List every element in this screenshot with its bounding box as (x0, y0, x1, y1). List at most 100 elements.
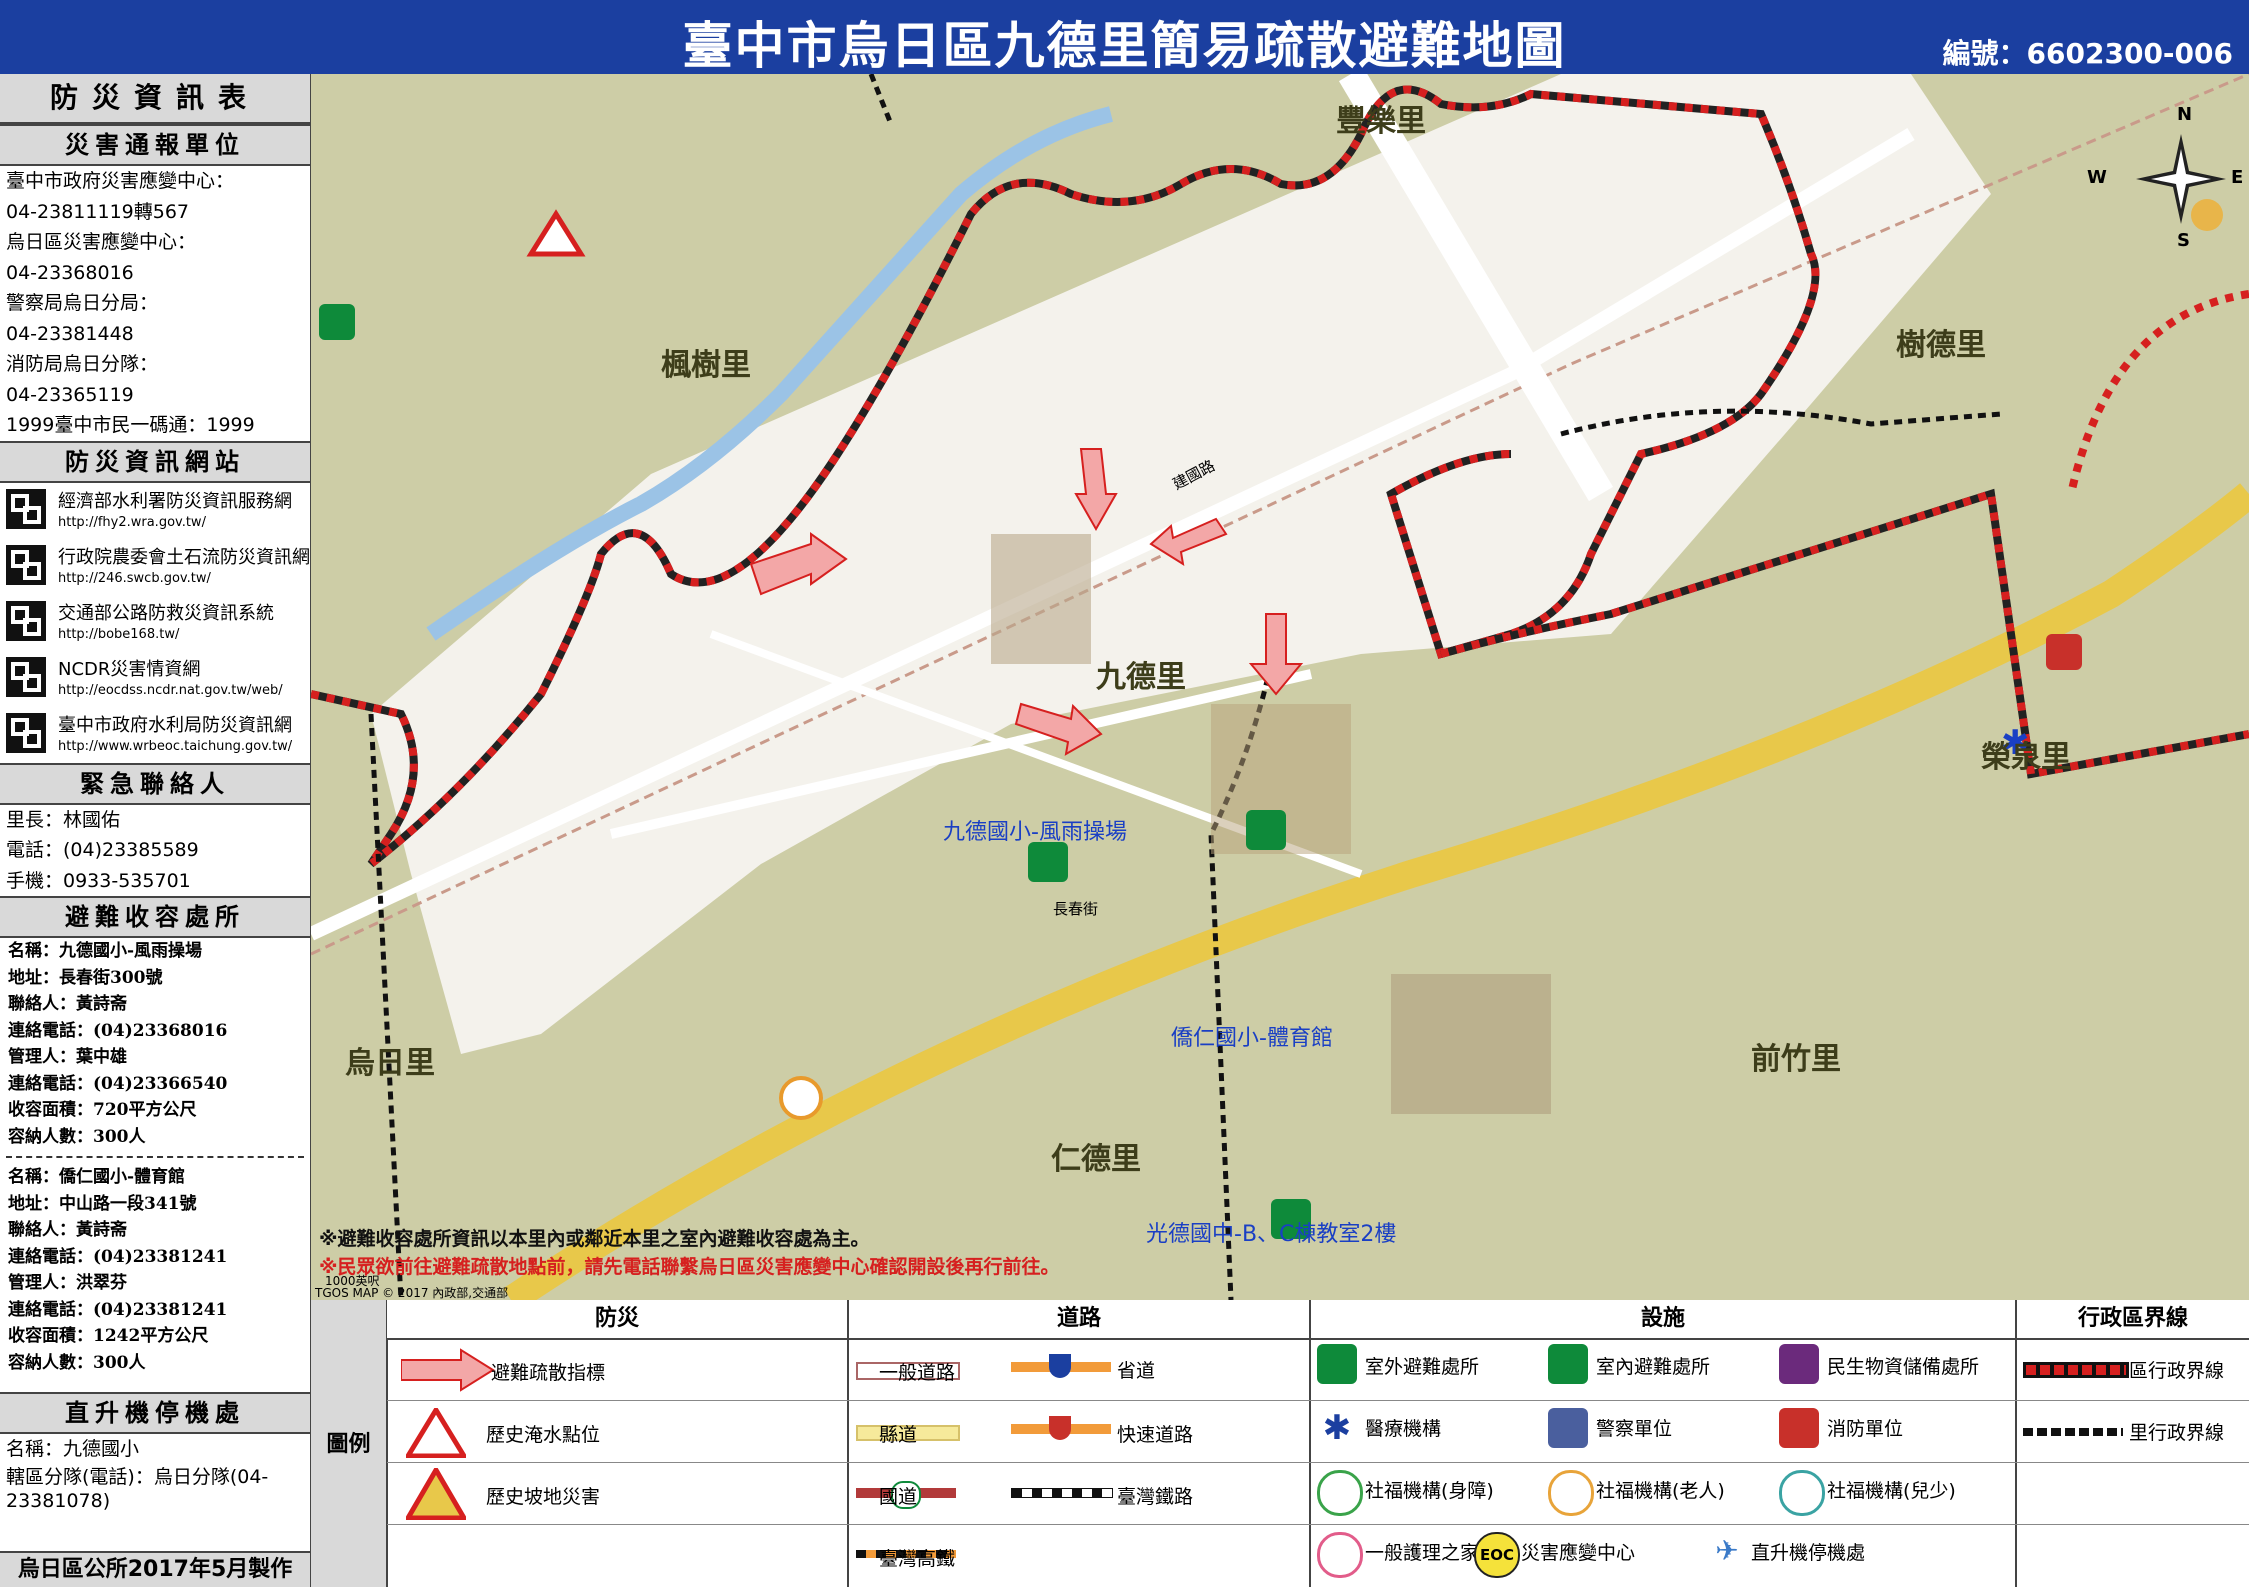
shelter-line: 收容面積：1242平方公尺 (8, 1326, 209, 1346)
shield-icon (1049, 1354, 1071, 1378)
shelter-line: 管理人：洪翠芬 (8, 1273, 127, 1293)
flood-point-icon (406, 1408, 466, 1458)
legend-item: 室外避難處所 (1365, 1356, 1480, 1378)
indoor-shelter-icon (1246, 810, 1286, 850)
road-label: 長春街 (1053, 900, 1099, 918)
website-item[interactable]: NCDR災害情資網 http://eocdss.ncdr.nat.gov.tw/w… (0, 651, 310, 707)
legend-head: 防災 (387, 1300, 849, 1340)
report-title: 災害通報單位 (0, 124, 310, 166)
village-boundary-icon (2023, 1428, 2123, 1436)
website-url[interactable]: http://bobe168.tw/ (58, 627, 179, 642)
indoor-shelter-icon (319, 304, 355, 340)
contact-line: 電話：(04)23385589 (6, 839, 199, 861)
village-label: 榮泉里 (1981, 740, 2071, 775)
shelter-line: 容納人數：300人 (8, 1126, 146, 1147)
legend-item: 歷史淹水點位 (486, 1424, 601, 1446)
shelter-line: 聯絡人：黃詩斋 (8, 1220, 127, 1240)
divider (387, 1462, 2249, 1463)
legend-item: 警察單位 (1596, 1418, 1673, 1440)
report-line: 消防局烏日分隊： (6, 353, 159, 375)
shelter-line: 管理人：葉中雄 (8, 1047, 127, 1067)
shelter-line: 連絡電話：(04)23366540 (8, 1073, 228, 1094)
village-area (371, 74, 1991, 1054)
shelter-line: 名稱：僑仁國小-體育館 (8, 1167, 186, 1187)
evacuation-map[interactable]: ✱ 豐樂里 楓樹里 樹德里 九德里 烏日里 前竹里 仁德里 榮泉里 九德國小-風… (311, 74, 2249, 1300)
qr-code-icon (6, 712, 46, 753)
child-welfare-icon (1779, 1470, 1825, 1516)
legend-item: 社福機構(老人) (1596, 1480, 1725, 1502)
village-label: 烏日里 (345, 1046, 435, 1081)
legend-item: 快速道路 (1117, 1424, 1194, 1446)
legend-item: 消防單位 (1827, 1418, 1904, 1440)
evacuation-arrow-icon (401, 1348, 495, 1392)
shelter-line: 地址：長春街300號 (8, 967, 163, 988)
website-item[interactable]: 行政院農委會土石流防災資訊網 http://246.swcb.gov.tw/ (0, 539, 310, 595)
website-name: 交通部公路防救災資訊系統 (58, 602, 274, 624)
district-boundary-icon (2023, 1362, 2129, 1378)
fire-station-icon (2046, 634, 2082, 670)
website-item[interactable]: 交通部公路防救災資訊系統 http://bobe168.tw/ (0, 595, 310, 651)
report-list: 臺中市政府災害應變中心： 04-23811119轉567 烏日區災害應變中心： … (0, 166, 310, 441)
heli-list: 名稱：九德國小 轄區分隊(電話)：烏日分隊(04-23381078) (0, 1434, 310, 1513)
nursing-home-icon (1317, 1532, 1363, 1578)
legend-item: 室內避難處所 (1596, 1356, 1711, 1378)
legend-panel: 圖例 防災 道路 設施 行政區界線 避難疏散指標 歷史淹水點位 歷史坡地災害 一… (311, 1300, 2249, 1587)
legend-item: 臺灣鐵路 (1117, 1486, 1194, 1508)
shelter-label[interactable]: 九德國小-風雨操場 (943, 814, 1127, 846)
contact-list: 里長：林國佑 電話：(04)23385589 手機：0933-535701 (0, 805, 310, 897)
report-line: 警察局烏日分局： (6, 292, 159, 314)
contact-line: 里長：林國佑 (6, 808, 121, 831)
website-url[interactable]: http://eocdss.ncdr.nat.gov.tw/web/ (58, 683, 283, 698)
legend-side: 圖例 (311, 1300, 388, 1587)
contact-title: 緊急聯絡人 (0, 762, 310, 805)
map-graphics: ✱ (311, 74, 2249, 1300)
legend-head: 行政區界線 (2017, 1300, 2249, 1340)
compass-n: N (2177, 104, 2193, 125)
website-item[interactable]: 臺中市政府水利局防災資訊網 http://www.wrbeoc.taichung.… (0, 707, 310, 763)
website-url[interactable]: http://fhy2.wra.gov.tw/ (58, 515, 206, 530)
divider (387, 1400, 2249, 1401)
qr-code-icon (6, 544, 46, 585)
website-url[interactable]: http://246.swcb.gov.tw/ (58, 571, 211, 586)
legend-item: 民生物資儲備處所 (1827, 1356, 1980, 1378)
shelter-line: 收容面積：720平方公尺 (8, 1100, 197, 1120)
supply-storage-icon (1779, 1344, 1819, 1384)
contact-line: 手機：0933-535701 (6, 869, 191, 892)
report-line: 04-23811119轉567 (6, 200, 190, 223)
qr-code-icon (6, 488, 46, 529)
legend-item: 社福機構(身障) (1365, 1480, 1494, 1502)
map-code: 編號：6602300-006 (1942, 37, 2233, 70)
website-name: 經濟部水利署防災資訊服務網 (58, 490, 292, 512)
outdoor-shelter-icon (1028, 842, 1068, 882)
report-line: 1999臺中市民一碼通：1999 (6, 414, 255, 436)
school-compound (991, 534, 1091, 664)
shelter-line: 地址：中山路一段341號 (8, 1193, 197, 1214)
outdoor-shelter-icon (1317, 1344, 1357, 1384)
legend-item: 醫療機構 (1365, 1418, 1442, 1440)
legend-item: 區行政界線 (2129, 1360, 2225, 1382)
report-line: 烏日區災害應變中心： (6, 231, 197, 253)
report-line: 臺中市政府災害應變中心： (6, 170, 235, 192)
legend-item: 一般護理之家 (1365, 1542, 1480, 1564)
header-bar: 臺中市烏日區九德里簡易疏散避難地圖 編號：6602300-006 (0, 0, 2249, 75)
heli-title: 直升機停機處 (0, 1392, 310, 1434)
website-name: NCDR災害情資網 (58, 658, 201, 680)
district-boundary (2067, 290, 2249, 495)
school-compound (1391, 974, 1551, 1114)
qr-code-icon (6, 600, 46, 641)
legend-item: 臺灣高鐵 (879, 1548, 956, 1570)
website-url[interactable]: http://www.wrbeoc.taichung.gov.tw/ (58, 739, 292, 754)
shelter-line: 名稱：九德國小-風雨操場 (8, 941, 203, 961)
shelter-label[interactable]: 光德國中-B、C棟教室2樓 (1146, 1216, 1396, 1248)
shelter-line: 聯絡人：黃詩斋 (8, 994, 127, 1014)
elderly-care-icon (2191, 199, 2223, 231)
disability-welfare-icon (1317, 1470, 1363, 1516)
website-item[interactable]: 經濟部水利署防災資訊服務網 http://fhy2.wra.gov.tw/ (0, 483, 310, 539)
web-list: 經濟部水利署防災資訊服務網 http://fhy2.wra.gov.tw/ 行政院… (0, 483, 310, 763)
page-title: 臺中市烏日區九德里簡易疏散避難地圖 (682, 17, 1567, 75)
village-label: 楓樹里 (661, 348, 751, 383)
shelter-label[interactable]: 僑仁國小-體育館 (1171, 1020, 1333, 1052)
divider (2015, 1300, 2017, 1587)
village-label: 豐樂里 (1336, 104, 1426, 139)
map-credit: TGOS MAP © 2017 內政部,交通部 (315, 1286, 509, 1300)
